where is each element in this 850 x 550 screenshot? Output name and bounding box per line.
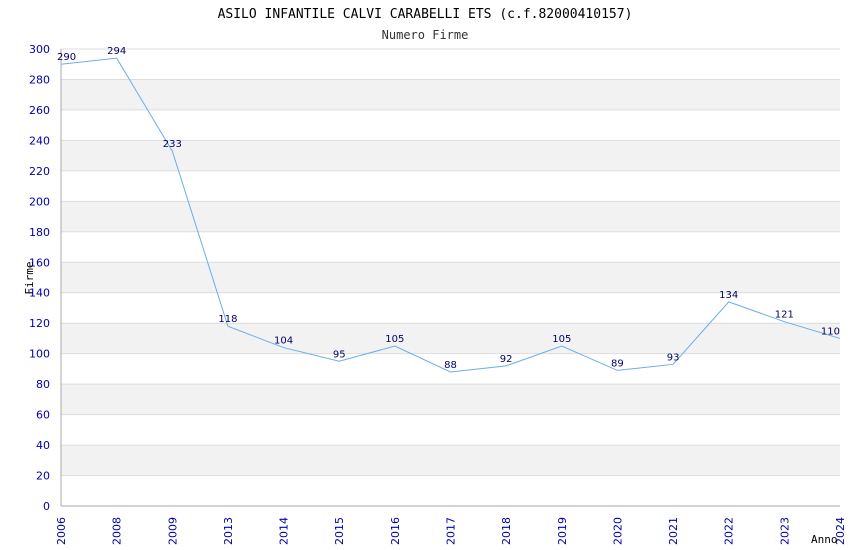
x-tick-label: 2019 — [556, 517, 569, 545]
x-tick-label: 2014 — [278, 517, 291, 545]
data-label: 93 — [667, 352, 680, 363]
line-chart: 0204060801001201401601802002202402602803… — [23, 7, 847, 546]
y-tick-label: 180 — [29, 226, 50, 239]
x-axis-title: Anno — [811, 533, 838, 546]
data-label: 104 — [274, 336, 293, 347]
y-tick-label: 60 — [36, 409, 50, 422]
background-band — [61, 79, 840, 110]
background-band — [61, 323, 840, 354]
y-tick-label: 240 — [29, 134, 50, 147]
data-label: 110 — [821, 326, 840, 337]
y-tick-label: 260 — [29, 104, 50, 117]
x-tick-label: 2015 — [333, 517, 346, 545]
chart-title: ASILO INFANTILE CALVI CARABELLI ETS (c.f… — [218, 7, 633, 22]
x-tick-label: 2006 — [55, 517, 68, 545]
background-band — [61, 262, 840, 293]
data-label: 233 — [163, 139, 182, 150]
background-band — [61, 201, 840, 232]
background-band — [61, 384, 840, 415]
data-label: 118 — [218, 314, 237, 325]
data-label: 105 — [552, 334, 571, 345]
y-tick-label: 120 — [29, 317, 50, 330]
x-tick-label: 2013 — [222, 517, 235, 545]
data-label: 294 — [107, 46, 126, 57]
x-tick-label: 2023 — [778, 517, 791, 545]
background-band — [61, 445, 840, 476]
y-tick-label: 200 — [29, 195, 50, 208]
x-tick-labels: 2006 2008 2009 2013 2014 2015 2016 2017 2018 2019… — [55, 517, 847, 545]
data-label: 88 — [444, 360, 457, 371]
x-tick-label: 2008 — [111, 517, 124, 545]
x-tick-label: 2022 — [723, 517, 736, 545]
data-label: 290 — [57, 52, 76, 63]
data-label: 92 — [500, 354, 513, 365]
x-tick-label: 2016 — [389, 517, 402, 545]
x-tick-label: 2021 — [667, 517, 680, 545]
y-tick-label: 220 — [29, 165, 50, 178]
x-tick-label: 2018 — [500, 517, 513, 545]
y-axis-title: Firme — [23, 261, 36, 294]
y-tick-label: 300 — [29, 43, 50, 56]
data-label: 121 — [775, 310, 794, 321]
data-label: 134 — [719, 290, 738, 301]
y-tick-label: 280 — [29, 73, 50, 86]
data-label: 105 — [385, 334, 404, 345]
y-tick-label: 0 — [43, 500, 50, 513]
y-tick-label: 80 — [36, 378, 50, 391]
data-label: 95 — [333, 349, 346, 360]
x-tick-label: 2017 — [445, 517, 458, 545]
y-tick-label: 20 — [36, 470, 50, 483]
x-tick-label: 2009 — [166, 517, 179, 545]
y-tick-label: 40 — [36, 439, 50, 452]
chart-subtitle: Numero Firme — [382, 28, 469, 42]
data-label: 89 — [611, 358, 624, 369]
x-tick-label: 2020 — [611, 517, 624, 545]
y-tick-label: 100 — [29, 348, 50, 361]
